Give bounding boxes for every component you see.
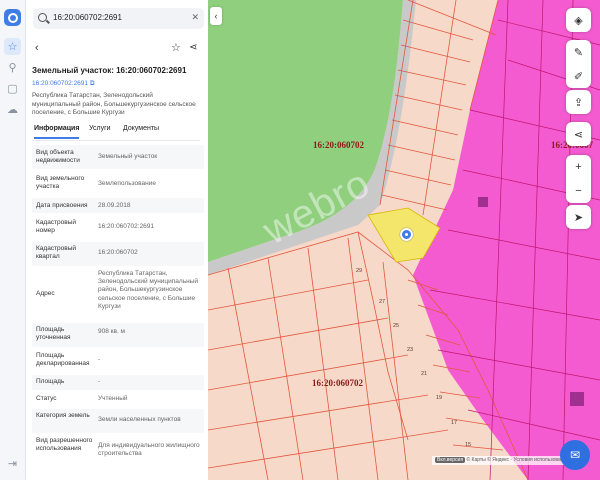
logout-icon[interactable]: ⇥ (4, 455, 21, 472)
left-rail: ☆ ⚲ ▢ ☁ ⇥ (0, 0, 26, 480)
search-input[interactable]: 16:20:060702:2691 (53, 13, 122, 22)
row-value: Землепользование (98, 180, 156, 187)
row-label: Вид разрешенного использования (36, 437, 93, 453)
locate-button[interactable]: ➤ (566, 205, 591, 229)
share-map-button[interactable]: ⋖ (566, 122, 591, 146)
favorite-star-icon[interactable]: ☆ (171, 41, 181, 54)
minus-icon[interactable]: − (566, 179, 591, 203)
layers-icon[interactable]: ◈ (566, 8, 591, 32)
chat-button[interactable]: ✉ (560, 440, 590, 470)
square-icon[interactable]: ▢ (4, 80, 21, 97)
row-label: Площадь (36, 378, 65, 385)
cadastral-link-text[interactable]: 16:20:060702:2691 (32, 80, 88, 87)
tools-group: ✎ ✐ (566, 40, 591, 88)
tab-bar: Информация Услуги Документы (32, 124, 200, 141)
cloud-icon[interactable]: ☁ (4, 101, 21, 118)
panel-nav: ‹ ☆ ⋖ (26, 42, 206, 58)
row-value: Республика Татарстан, Зеленодольский мун… (98, 270, 198, 310)
logo-icon[interactable] (4, 9, 21, 26)
block-label: 16:20:060702 (313, 140, 364, 150)
row-value: 16:20:060702 (98, 249, 138, 256)
upload-button[interactable]: ⇪ (566, 90, 591, 114)
plus-icon[interactable]: + (566, 155, 591, 179)
attribution-text[interactable]: © Карты © Яндекс · Условия использования (466, 457, 569, 463)
mail-icon[interactable]: ✉ (570, 448, 580, 462)
address-text: Республика Татарстан, Зеленодольский мун… (32, 92, 196, 116)
row-label: Кадастровый номер (36, 219, 77, 235)
plot-number: 27 (379, 299, 386, 305)
copy-icon[interactable]: ⧉ (90, 80, 95, 87)
info-panel: 16:20:060702:2691 ✕ ‹ ☆ ⋖ Земельный учас… (26, 0, 206, 480)
search-icon (38, 13, 47, 22)
row-value: Земельный участок (98, 153, 158, 160)
upload-icon[interactable]: ⇪ (566, 90, 591, 114)
tab-documents[interactable]: Документы (123, 125, 159, 132)
table-row: Вид объекта недвижимости Земельный участ… (32, 145, 204, 169)
plot-number: 21 (421, 371, 428, 377)
row-label: Площадь декларированная (36, 352, 90, 368)
table-row: Категория земель Земли населенных пункто… (32, 409, 204, 433)
collapse-panel-button[interactable]: ‹ (210, 7, 222, 25)
table-row: Адрес Республика Татарстан, Зеленодольск… (32, 268, 204, 320)
row-label: Кадастровый квартал (36, 245, 77, 261)
locate-icon[interactable]: ➤ (566, 205, 591, 229)
tab-services[interactable]: Услуги (89, 125, 111, 132)
table-row: Кадастровый квартал 16:20:060702 (32, 242, 204, 266)
zoom-group: + − (566, 155, 591, 203)
plot-number: 15 (465, 442, 472, 448)
location-pin-icon[interactable] (400, 228, 413, 241)
edit-icon[interactable]: ✐ (566, 64, 591, 88)
version-toggle[interactable]: Вкл.версия (435, 457, 466, 463)
table-row: Кадастровый номер 16:20:060702:2691 (32, 216, 204, 240)
row-value: 16:20:060702:2691 (98, 223, 155, 230)
row-value: - (98, 356, 101, 363)
pin-icon[interactable]: ⚲ (4, 59, 21, 76)
row-label: Вид объекта недвижимости (36, 149, 80, 165)
plot-number: 23 (407, 347, 414, 353)
share-icon[interactable]: ⋖ (189, 42, 197, 53)
block-label: 16:20:060702 (312, 378, 363, 388)
row-value: Учтенный (98, 395, 128, 402)
row-label: Дата присвоения (36, 202, 88, 209)
plot-number: 25 (393, 323, 400, 329)
table-row: Вид разрешенного использования Для индив… (32, 435, 204, 465)
share-icon[interactable]: ⋖ (566, 122, 591, 146)
row-value: - (98, 378, 101, 385)
zone-marker (570, 392, 584, 406)
close-icon[interactable]: ✕ (191, 12, 199, 23)
plot-number: 19 (436, 395, 443, 401)
page-title: Земельный участок: 16:20:060702:2691 (32, 66, 187, 75)
table-row: Площадь - (32, 375, 204, 390)
table-row: Площадь декларированная - (32, 349, 204, 373)
row-label: Категория земель (36, 412, 90, 419)
table-row: Вид земельного участка Землепользование (32, 172, 204, 196)
layers-button[interactable]: ◈ (566, 8, 591, 32)
row-label: Статус (36, 395, 57, 402)
search-bar[interactable]: 16:20:060702:2691 ✕ (33, 8, 204, 29)
ruler-icon[interactable]: ✎ (566, 40, 591, 64)
back-button[interactable]: ‹ (35, 42, 39, 54)
table-row: Статус Учтенный (32, 392, 204, 407)
tab-information[interactable]: Информация (34, 125, 80, 139)
row-label: Адрес (36, 290, 55, 297)
plot-number: 29 (356, 268, 363, 274)
table-row: Площадь уточненная 908 кв. м (32, 323, 204, 347)
cadastral-link[interactable]: 16:20:060702:2691 ⧉ (32, 80, 95, 88)
row-value: 908 кв. м (98, 328, 126, 335)
row-label: Вид земельного участка (36, 175, 85, 191)
row-label: Площадь уточненная (36, 326, 71, 342)
row-value: 28.09.2018 (98, 202, 131, 209)
map-attribution: Вкл.версия © Карты © Яндекс · Условия ис… (432, 456, 572, 465)
plot-number: 17 (451, 420, 458, 426)
star-icon[interactable]: ☆ (4, 38, 21, 55)
row-value: Для индивидуального жилищного строительс… (98, 442, 200, 458)
map-canvas[interactable]: webro 16:20:060702 16:20:060702 16:20:06… (208, 0, 600, 480)
table-row: Дата присвоения 28.09.2018 (32, 198, 204, 213)
row-value: Земли населенных пунктов (98, 416, 181, 423)
zone-marker (478, 197, 488, 207)
